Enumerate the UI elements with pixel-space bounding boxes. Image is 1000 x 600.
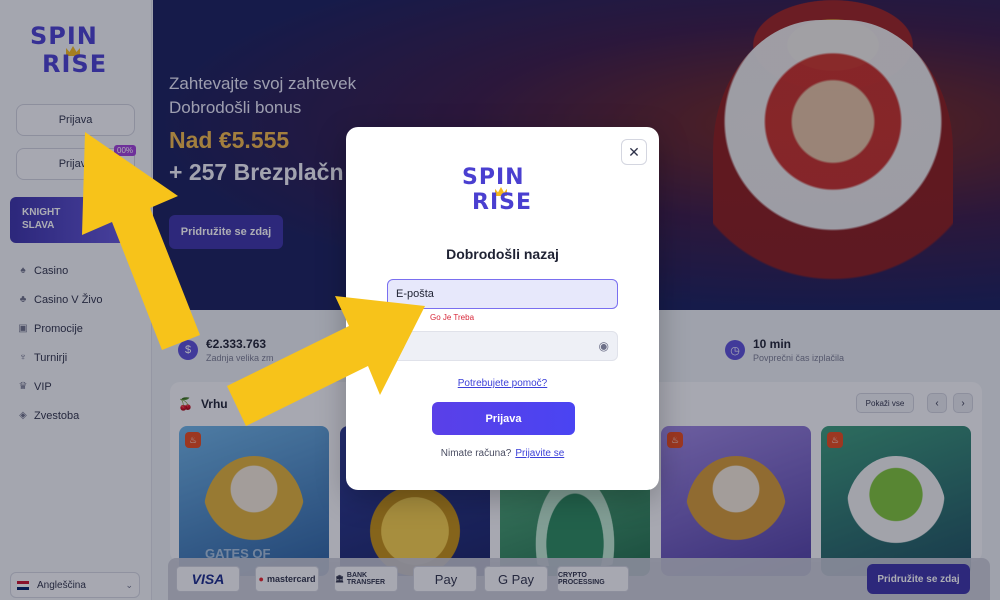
no-account-text: Nimate računa?	[440, 448, 512, 459]
logo-line-1: SPIN	[462, 165, 525, 190]
eye-icon[interactable]: ◉	[599, 339, 609, 353]
email-error-text: Go Je Treba	[430, 313, 475, 322]
register-link[interactable]: Prijavite se	[515, 448, 564, 459]
modal-brand-logo: SPIN RISE	[462, 167, 546, 217]
login-modal: ✕ SPIN RISE Dobrodošli nazaj E-pošta Go …	[346, 127, 659, 490]
help-link[interactable]: Potrebujete pomoč?	[346, 378, 659, 389]
signup-prompt: Nimate računa? Prijavite se	[346, 448, 659, 459]
login-submit-button[interactable]: Prijava	[432, 402, 575, 435]
password-field[interactable]: lo ◉	[387, 331, 618, 361]
email-value: E-pošta	[396, 288, 434, 300]
logo-line-2: RISE	[472, 190, 532, 215]
password-placeholder: lo	[396, 340, 405, 352]
email-field[interactable]: E-pošta	[387, 279, 618, 309]
close-button[interactable]: ✕	[621, 139, 647, 165]
modal-title: Dobrodošli nazaj	[446, 246, 559, 262]
